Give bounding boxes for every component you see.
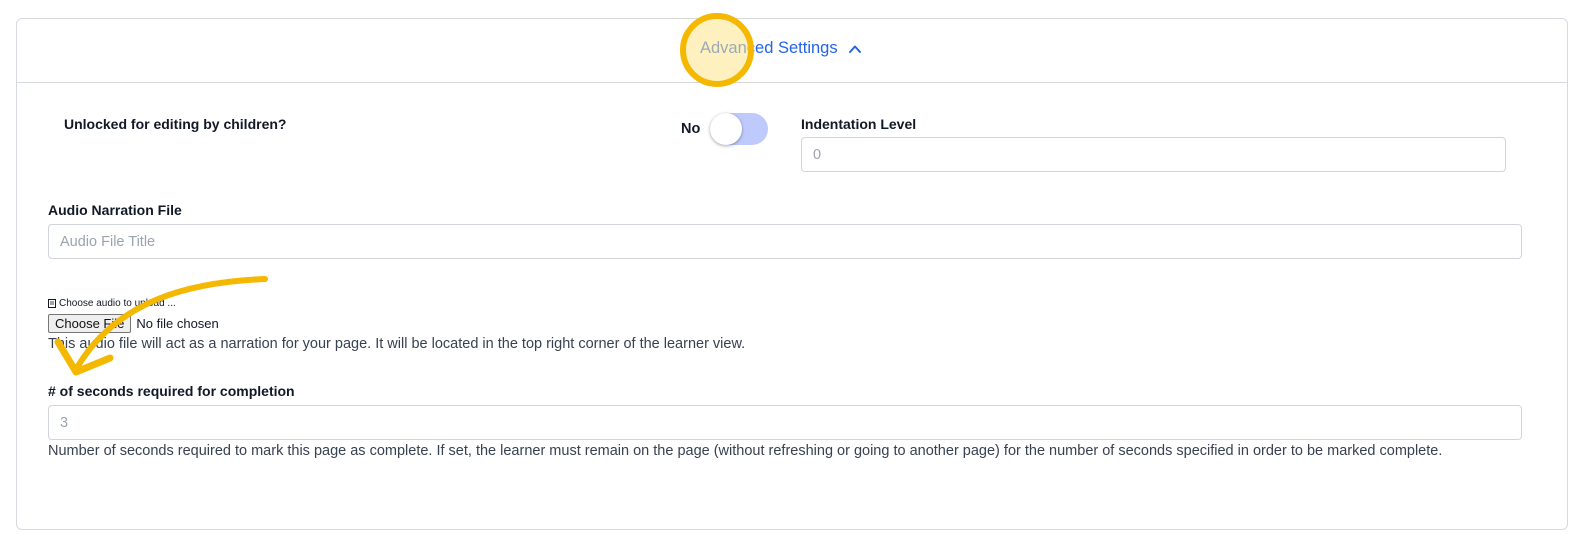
- card-header: Advanced Settings: [17, 19, 1567, 83]
- audio-upload-hint-text: Choose audio to upload ...: [59, 298, 176, 309]
- indentation-level-input[interactable]: [801, 137, 1506, 172]
- audio-help-text: This audio file will act as a narration …: [48, 336, 746, 352]
- document-icon: [48, 299, 56, 308]
- audio-upload-hint: Choose audio to upload ...: [48, 298, 176, 309]
- unlocked-toggle-text: No: [681, 121, 701, 137]
- file-status-text: No file chosen: [136, 316, 219, 331]
- advanced-settings-label: Advanced Settings: [700, 39, 838, 57]
- completion-seconds-label: # of seconds required for completion: [48, 383, 295, 399]
- audio-file-picker: Choose File No file chosen: [48, 314, 219, 333]
- completion-seconds-input[interactable]: [48, 405, 1522, 440]
- completion-help-text: Number of seconds required to mark this …: [48, 443, 1443, 459]
- chevron-up-icon: [848, 45, 861, 53]
- unlocked-toggle-group: No: [681, 113, 769, 145]
- indentation-level-label: Indentation Level: [801, 116, 917, 132]
- choose-file-button[interactable]: Choose File: [48, 314, 132, 333]
- advanced-settings-toggle[interactable]: Advanced Settings: [700, 39, 862, 58]
- unlocked-label: Unlocked for editing by children?: [64, 116, 287, 132]
- audio-file-title-input[interactable]: [48, 224, 1522, 259]
- unlocked-toggle-switch[interactable]: [710, 113, 769, 145]
- toggle-knob: [710, 113, 743, 145]
- audio-narration-label: Audio Narration File: [48, 202, 182, 218]
